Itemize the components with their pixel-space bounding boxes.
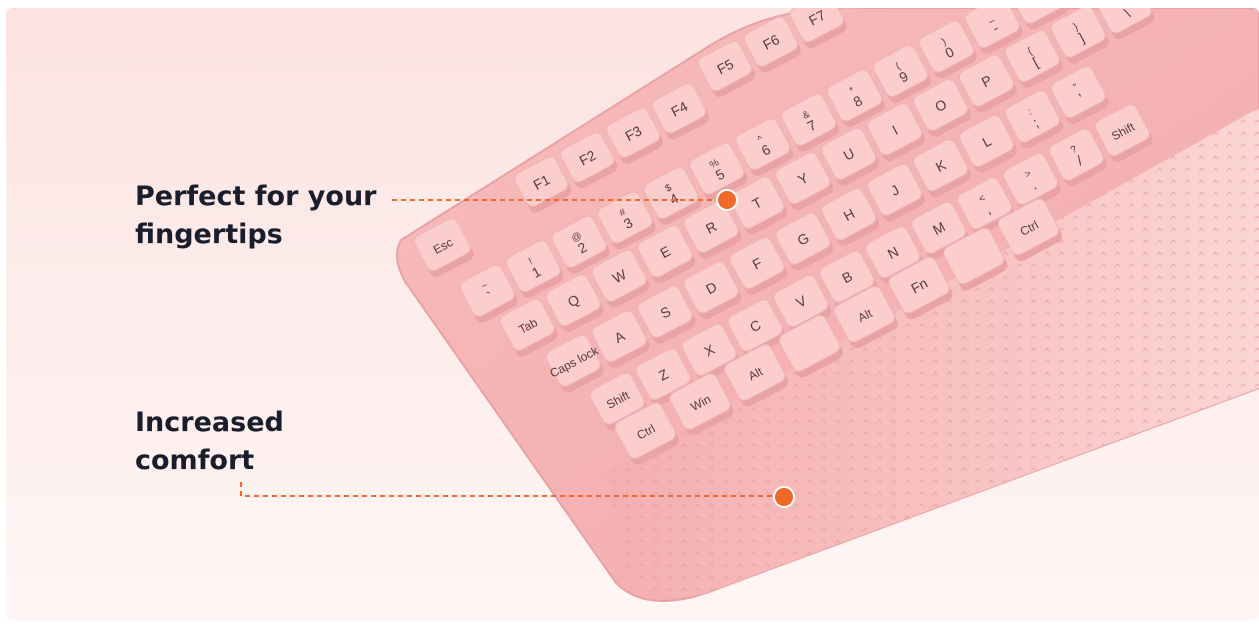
callout-dot-comfort [773,486,795,508]
callout-line-comfort [240,482,781,497]
callout-connectors [240,189,795,508]
product-banner: F1 F2 F3 F4 F5 F6 F7 Esc ~ `! 1 @2 #3 $4% 5 ^ 6 & 7 * 8(9) 0 _… [6,8,1259,621]
callout-dot-fingertips [716,189,738,211]
